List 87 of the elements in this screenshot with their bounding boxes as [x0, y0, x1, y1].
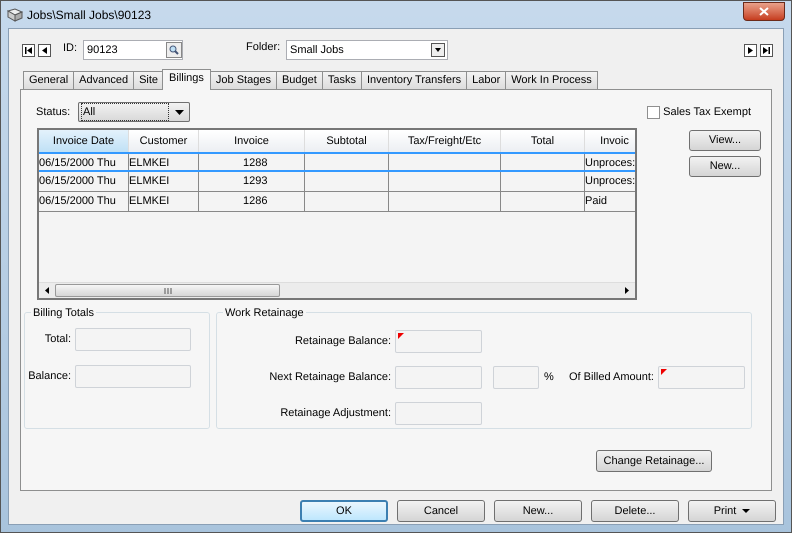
horizontal-scrollbar[interactable] — [39, 282, 635, 298]
dialog-button[interactable]: OK — [300, 500, 388, 522]
field-label: Of Billed Amount: — [568, 370, 655, 386]
table-cell: 06/15/2000 Thu — [39, 172, 129, 191]
field-label: Total: — [44, 332, 72, 348]
table-cell: 1293 — [199, 172, 305, 191]
close-button[interactable] — [743, 2, 785, 20]
close-icon — [759, 6, 769, 16]
tab[interactable]: Site — [133, 71, 164, 89]
tab[interactable]: Labor — [466, 71, 506, 89]
table-row[interactable]: 06/15/2000 Thu ELMKEI 1288 Unproces: — [39, 152, 635, 172]
table-row[interactable]: 06/15/2000 Thu ELMKEI 1286 Paid — [39, 192, 635, 212]
tab[interactable]: General — [23, 71, 74, 89]
table-cell: 06/15/2000 Thu — [39, 154, 129, 170]
scroll-left-icon — [45, 287, 49, 294]
tab[interactable]: Budget — [276, 71, 323, 89]
table-cell: 06/15/2000 Thu — [39, 192, 129, 211]
checkbox-label: Sales Tax Exempt — [663, 104, 751, 120]
dialog-button[interactable]: Cancel — [397, 500, 485, 522]
dialog-button[interactable]: Print — [688, 500, 776, 522]
grip-icon — [164, 288, 172, 294]
next-record-button[interactable] — [744, 44, 757, 56]
table-cell: ELMKEI — [129, 154, 199, 170]
last-record-button[interactable] — [760, 44, 773, 56]
dialog-button[interactable]: New... — [494, 500, 582, 522]
input-field[interactable] — [493, 366, 539, 389]
table-cell: Unproces: — [585, 172, 635, 191]
next-icon — [748, 46, 753, 54]
app-icon — [7, 8, 23, 22]
flag-icon — [661, 369, 667, 375]
lookup-button[interactable] — [166, 42, 182, 58]
last-icon — [763, 46, 770, 54]
dropdown-arrow-icon — [175, 110, 184, 114]
column-header[interactable]: Customer — [129, 130, 199, 152]
input-field[interactable] — [395, 330, 482, 353]
id-field[interactable]: 90123 — [83, 40, 183, 60]
status-dropdown[interactable]: All — [78, 102, 190, 122]
checkbox[interactable] — [647, 106, 660, 118]
first-record-button[interactable] — [22, 44, 35, 56]
column-header[interactable]: Tax/Freight/Etc — [389, 130, 501, 152]
scroll-right-icon — [625, 287, 629, 294]
field-label: % — [544, 370, 554, 386]
folder-label: Folder: — [246, 40, 282, 55]
flag-icon — [398, 333, 404, 339]
column-header[interactable]: Invoic — [585, 130, 635, 152]
field-label: Retainage Balance: — [294, 334, 392, 350]
tab[interactable]: Billings — [162, 69, 211, 90]
status-label: Status: — [36, 104, 72, 120]
table-row[interactable]: 06/15/2000 Thu ELMKEI 1293 Unproces: — [39, 172, 635, 192]
field-label: Balance: — [27, 369, 72, 384]
group-title: Billing Totals — [31, 305, 96, 322]
input-field[interactable] — [395, 402, 482, 425]
field-label: Retainage Adjustment: — [279, 406, 392, 422]
group-title: Work Retainage — [223, 305, 306, 322]
input-field[interactable] — [658, 366, 745, 389]
tab[interactable]: Work In Process — [505, 71, 598, 89]
table-cell: Paid — [585, 192, 635, 211]
table-cell: ELMKEI — [129, 192, 199, 211]
id-label: ID: — [63, 41, 78, 56]
table-cell: 1288 — [199, 154, 305, 170]
side-button[interactable]: New... — [689, 156, 761, 177]
table-cell: 1286 — [199, 192, 305, 211]
caret-icon — [742, 509, 750, 513]
change-retainage-button[interactable]: Change Retainage... — [596, 450, 712, 472]
field-label: Next Retainage Balance: — [268, 370, 392, 386]
column-header[interactable]: Subtotal — [305, 130, 389, 152]
input-field[interactable] — [75, 328, 191, 351]
input-field[interactable] — [395, 366, 482, 389]
tab[interactable]: Tasks — [322, 71, 362, 89]
dialog-button[interactable]: Delete... — [591, 500, 679, 522]
table-cell: Unproces: — [585, 154, 635, 170]
input-field[interactable] — [75, 365, 191, 388]
previous-record-button[interactable] — [38, 44, 51, 56]
table-cell: ELMKEI — [129, 172, 199, 191]
folder-dropdown[interactable]: Small Jobs — [286, 40, 448, 60]
scroll-thumb[interactable] — [55, 284, 280, 297]
tab[interactable]: Advanced — [73, 71, 134, 89]
search-icon — [169, 45, 179, 55]
tab[interactable]: Job Stages — [210, 71, 277, 89]
tab[interactable]: Inventory Transfers — [360, 71, 468, 89]
side-button[interactable]: View... — [689, 130, 761, 151]
column-header[interactable]: Invoice — [199, 130, 305, 152]
column-header[interactable]: Invoice Date — [39, 130, 129, 152]
first-icon — [25, 46, 32, 54]
previous-icon — [42, 46, 47, 54]
window-title: Jobs\Small Jobs\90123 — [27, 6, 152, 24]
column-header[interactable]: Total — [501, 130, 585, 152]
